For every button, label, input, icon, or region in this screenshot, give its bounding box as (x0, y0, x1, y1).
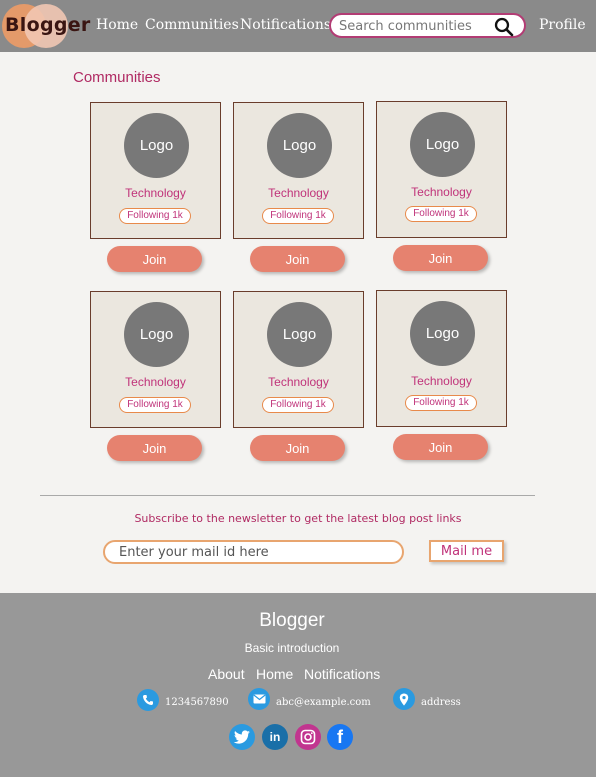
footer: Blogger Basic introduction About Home No… (0, 593, 596, 777)
join-button[interactable]: Join (393, 434, 488, 460)
address-text: address (421, 697, 461, 708)
following-badge: Following 1k (262, 208, 334, 224)
footer-brand: Blogger (259, 610, 325, 631)
navbar: Blogger Home Communities Notifications P… (0, 0, 596, 52)
email-field[interactable] (103, 540, 404, 564)
following-badge: Following 1k (405, 395, 477, 411)
search-box (329, 13, 526, 38)
join-button[interactable]: Join (393, 245, 488, 271)
phone-number: 1234567890 (165, 697, 229, 708)
community-card[interactable]: Logo Technology Following 1k (376, 101, 507, 238)
footer-intro: Basic introduction (244, 641, 340, 655)
nav-home[interactable]: Home (96, 17, 138, 33)
community-logo: Logo (410, 112, 475, 177)
community-card[interactable]: Logo Technology Following 1k (233, 291, 364, 428)
community-title: Technology (125, 186, 186, 200)
community-logo: Logo (267, 302, 332, 367)
join-button[interactable]: Join (250, 246, 345, 272)
section-title: Communities (73, 69, 161, 86)
mail-me-button[interactable]: Mail me (429, 540, 504, 562)
facebook-icon[interactable]: f (327, 724, 353, 750)
linkedin-icon[interactable]: in (262, 724, 288, 750)
community-logo: Logo (267, 113, 332, 178)
twitter-icon[interactable] (229, 724, 255, 750)
nav-communities[interactable]: Communities (145, 17, 239, 33)
community-title: Technology (268, 186, 329, 200)
instagram-icon[interactable] (295, 724, 321, 750)
search-input[interactable] (339, 17, 489, 35)
community-title: Technology (125, 375, 186, 389)
join-button[interactable]: Join (107, 435, 202, 461)
main-content: Communities Logo Technology Following 1k… (1, 52, 595, 593)
location-icon (393, 688, 415, 710)
search-icon[interactable] (493, 16, 515, 38)
following-badge: Following 1k (119, 208, 191, 224)
newsletter-text: Subscribe to the newsletter to get the l… (134, 512, 462, 525)
community-title: Technology (411, 185, 472, 199)
footer-link-notifications[interactable]: Notifications (304, 666, 380, 682)
following-badge: Following 1k (119, 397, 191, 413)
community-card[interactable]: Logo Technology Following 1k (90, 102, 221, 239)
following-badge: Following 1k (262, 397, 334, 413)
nav-notifications[interactable]: Notifications (240, 17, 331, 33)
join-button[interactable]: Join (250, 435, 345, 461)
footer-link-about[interactable]: About (208, 666, 245, 682)
community-card[interactable]: Logo Technology Following 1k (233, 102, 364, 239)
brand-logo[interactable]: Blogger (2, 4, 94, 48)
email-address: abc@example.com (276, 697, 371, 708)
community-logo: Logo (410, 301, 475, 366)
phone-icon (137, 689, 159, 711)
logo-text: Blogger (5, 14, 91, 36)
community-title: Technology (411, 374, 472, 388)
footer-link-home[interactable]: Home (256, 666, 293, 682)
following-badge: Following 1k (405, 206, 477, 222)
community-logo: Logo (124, 113, 189, 178)
community-logo: Logo (124, 302, 189, 367)
nav-profile[interactable]: Profile (539, 17, 586, 33)
mail-icon (248, 688, 270, 710)
join-button[interactable]: Join (107, 246, 202, 272)
community-card[interactable]: Logo Technology Following 1k (90, 291, 221, 428)
community-title: Technology (268, 375, 329, 389)
divider (40, 495, 535, 496)
community-card[interactable]: Logo Technology Following 1k (376, 290, 507, 427)
